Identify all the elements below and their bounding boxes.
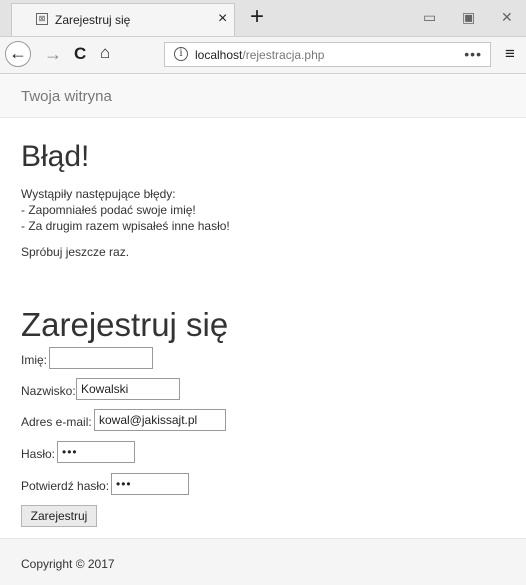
error-item: - Zapomniałeś podać swoje imię!: [21, 203, 196, 217]
reload-icon[interactable]: C: [74, 43, 86, 65]
password-confirm-label: Potwierdź hasło:: [21, 479, 110, 493]
copyright-text: Copyright © 2017: [21, 557, 115, 571]
site-brand-link[interactable]: Twoja witryna: [21, 88, 112, 105]
window-close-icon[interactable]: ✕: [501, 8, 513, 26]
email-label: Adres e-mail:: [21, 415, 92, 429]
last-name-label: Nazwisko:: [21, 384, 76, 398]
page-favicon-icon: ⊠: [36, 13, 48, 25]
last-name-input[interactable]: [76, 378, 180, 400]
first-name-label: Imię:: [21, 353, 48, 367]
tab-close-icon[interactable]: ×: [218, 9, 227, 29]
password-label: Hasło:: [21, 447, 56, 461]
password-input[interactable]: [57, 441, 135, 463]
minimize-icon[interactable]: ▭: [423, 8, 436, 26]
site-footer: Copyright © 2017: [0, 538, 526, 585]
hamburger-menu-icon[interactable]: ≡: [505, 45, 515, 63]
error-intro: Wystąpiły następujące błędy:: [21, 187, 176, 201]
url-path: /rejestracja.php: [242, 48, 325, 62]
error-heading: Błąd!: [21, 140, 90, 173]
url-host: localhost: [195, 48, 243, 62]
maximize-icon[interactable]: ▣: [462, 8, 475, 26]
retry-message: Spróbuj jeszcze raz.: [21, 245, 130, 259]
browser-toolbar: ← → C ⌂ i localhost/rejestracja.php ••• …: [0, 37, 526, 74]
password-confirm-input[interactable]: [111, 473, 189, 495]
back-icon[interactable]: ←: [5, 41, 31, 67]
home-icon[interactable]: ⌂: [100, 42, 110, 64]
first-name-input[interactable]: [49, 347, 153, 369]
page-actions-icon[interactable]: •••: [464, 45, 482, 63]
new-tab-icon[interactable]: +: [250, 2, 264, 32]
error-item: - Za drugim razem wpisałeś inne hasło!: [21, 219, 230, 233]
address-bar[interactable]: i localhost/rejestracja.php •••: [164, 42, 491, 67]
browser-tab-bar: ⊠ Zarejestruj się × + ▭ ▣ ✕: [0, 0, 526, 37]
forward-icon[interactable]: →: [44, 43, 62, 65]
email-input[interactable]: [94, 409, 226, 431]
browser-tab[interactable]: ⊠ Zarejestruj się ×: [11, 3, 235, 36]
tab-title: Zarejestruj się: [55, 13, 131, 27]
site-navbar: Twoja witryna: [0, 74, 526, 118]
url-text[interactable]: localhost/rejestracja.php: [195, 48, 324, 62]
register-heading: Zarejestruj się: [21, 306, 229, 343]
site-info-icon[interactable]: i: [174, 47, 188, 61]
register-submit-button[interactable]: Zarejestruj: [21, 505, 97, 527]
